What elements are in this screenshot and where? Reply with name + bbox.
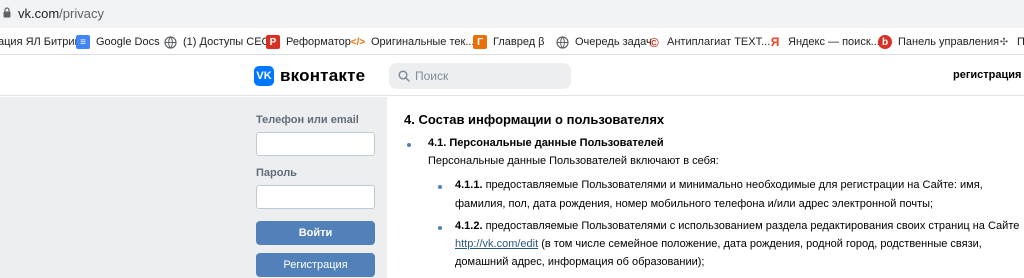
copyright-icon: © bbox=[649, 34, 659, 50]
list-bullet bbox=[438, 185, 442, 189]
docs-icon: ≡ bbox=[76, 35, 90, 49]
vk-logo-text: вконтакте bbox=[280, 66, 366, 85]
bookmark-label: Яндекс — поиск... bbox=[788, 36, 880, 48]
bookmark-label: П bbox=[1017, 36, 1024, 48]
password-label: Пароль bbox=[256, 167, 297, 179]
phone-label: Телефон или email bbox=[256, 114, 359, 126]
search-input[interactable]: Поиск bbox=[389, 63, 571, 89]
section-title: 4. Состав информации о пользователях bbox=[404, 112, 665, 127]
bookmark-label: Главред β bbox=[493, 36, 545, 48]
item-4-1-2-line1: 4.1.2. предоставляемые Пользователями с … bbox=[455, 220, 1020, 232]
bookmark-label: Реформатор bbox=[286, 36, 351, 48]
bookmark-label: (1) Доступы СЕО bbox=[183, 36, 271, 48]
item-4-1-1-line1: 4.1.1. предоставляемые Пользователями и … bbox=[455, 179, 983, 191]
bookmark-glavred[interactable]: Г Главред β bbox=[473, 33, 545, 51]
vk-header: VK вконтакте Поиск регистрация bbox=[0, 56, 1024, 96]
bookmark-ochered-zadach[interactable]: Очередь задач bbox=[555, 33, 652, 51]
bookmark-label: Google Docs bbox=[96, 36, 160, 48]
register-button[interactable]: Регистрация bbox=[256, 253, 375, 277]
vk-logo-icon: VK bbox=[254, 66, 274, 86]
glavred-icon: Г bbox=[473, 35, 487, 49]
password-field[interactable] bbox=[256, 185, 375, 209]
item-4-1-1-line2: фамилия, пол, дата рождения, номер мобил… bbox=[455, 198, 934, 210]
item-4-1-title: 4.1. Персональные данные Пользователей bbox=[428, 137, 664, 149]
bookmark-bitrix[interactable]: ация ЯЛ Битрикс bbox=[0, 33, 85, 51]
address-bar[interactable]: vk.com/privacy bbox=[0, 0, 1024, 28]
bookmarks-bar: ация ЯЛ Битрикс ≡ Google Docs (1) Доступ… bbox=[0, 28, 1024, 55]
item-4-1-text: Персональные данные Пользователей включа… bbox=[428, 155, 719, 167]
bookmark-google-docs[interactable]: ≡ Google Docs bbox=[76, 33, 160, 51]
item-4-1-2-line3: домашний адрес, информация об образовани… bbox=[455, 256, 705, 268]
bookmark-label: Оригинальные тек... bbox=[371, 36, 475, 48]
lock-icon bbox=[3, 7, 11, 18]
bookmark-label: Антиплагиат TEXT... bbox=[667, 36, 771, 48]
bookmark-antiplagiat[interactable]: © Антиплагиат TEXT... bbox=[647, 33, 770, 51]
bookmark-panel-upravleniya[interactable]: b Панель управления bbox=[878, 33, 999, 51]
login-button[interactable]: Войти bbox=[256, 221, 375, 245]
globe-icon bbox=[555, 35, 569, 49]
bookmark-originalnye-teksty[interactable]: </> Оригинальные тек... bbox=[351, 33, 475, 51]
bookmark-label: ация ЯЛ Битрикс bbox=[0, 36, 85, 48]
url-text[interactable]: vk.com/privacy bbox=[18, 6, 104, 21]
edit-page-link[interactable]: http://vk.com/edit bbox=[455, 238, 538, 250]
item-4-1-2-line2: http://vk.com/edit (в том числе семейное… bbox=[455, 238, 982, 250]
search-placeholder: Поиск bbox=[415, 69, 449, 83]
register-link[interactable]: регистрация bbox=[953, 69, 1021, 81]
search-icon bbox=[398, 70, 410, 82]
bookmark-dostupy-seo[interactable]: (1) Доступы СЕО bbox=[163, 33, 270, 51]
list-bullet bbox=[407, 143, 411, 147]
reformator-icon: Р bbox=[266, 35, 280, 49]
privacy-content: 4. Состав информации о пользователях 4.1… bbox=[387, 97, 1024, 278]
bookmark-label: Панель управления bbox=[898, 36, 1000, 48]
bookmark-label: Очередь задач bbox=[575, 36, 652, 48]
phone-email-field[interactable] bbox=[256, 132, 375, 156]
bookmark-yandex[interactable]: Я Яндекс — поиск... bbox=[768, 33, 880, 51]
yandex-icon: Я bbox=[770, 35, 780, 49]
beget-icon: b bbox=[878, 35, 892, 49]
code-icon: </> bbox=[350, 36, 366, 48]
list-bullet bbox=[438, 226, 442, 230]
globe-icon bbox=[163, 35, 177, 49]
bookmark-partial[interactable]: ✣ П bbox=[997, 33, 1024, 51]
vk-logo[interactable]: VK вконтакте bbox=[254, 66, 365, 86]
bookmark-reformator[interactable]: Р Реформатор bbox=[266, 33, 351, 51]
puzzle-icon: ✣ bbox=[999, 36, 1009, 48]
